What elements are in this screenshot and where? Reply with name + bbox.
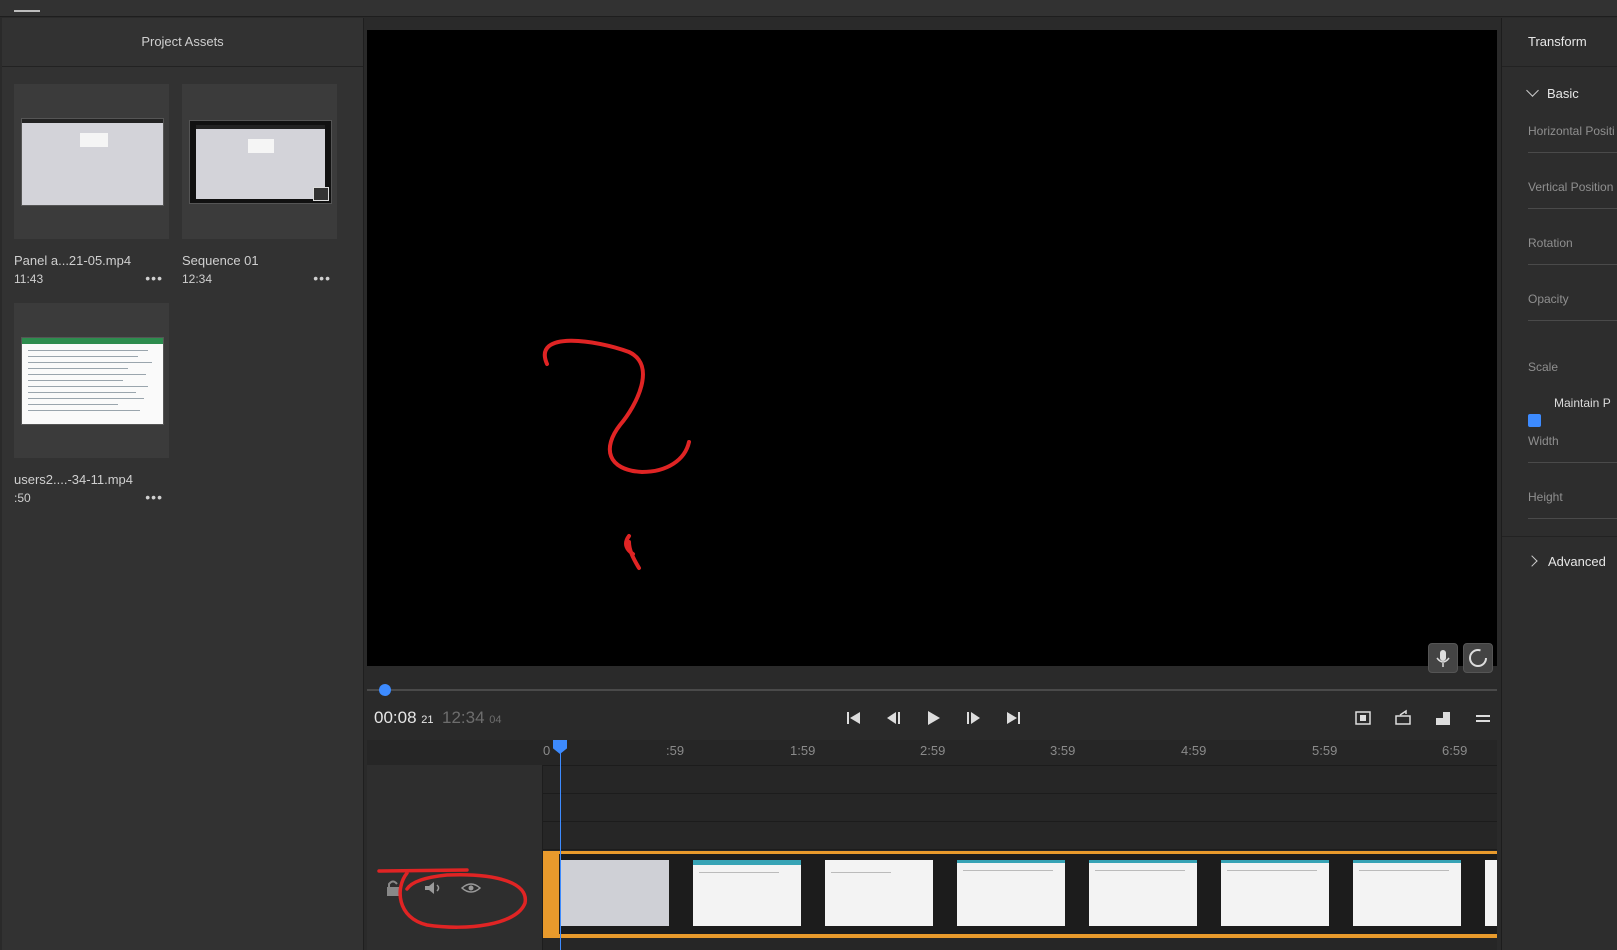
- maintain-proportions-checkbox[interactable]: [1528, 414, 1541, 427]
- scrub-bar[interactable]: [367, 689, 1497, 691]
- asset-item[interactable]: Sequence 01 12:34 •••: [182, 84, 337, 286]
- clip-frame: [1485, 860, 1497, 926]
- horizontal-position-field[interactable]: [1528, 152, 1617, 153]
- fit-frame-icon[interactable]: [1352, 707, 1374, 729]
- play-icon[interactable]: [922, 707, 944, 729]
- chevron-down-icon: [1526, 84, 1539, 97]
- top-bar: [0, 0, 1617, 17]
- scale-label: Scale: [1528, 360, 1559, 374]
- total-frames: 04: [489, 714, 502, 726]
- height-label: Height: [1528, 490, 1563, 504]
- red-circle-annotation: [377, 868, 527, 929]
- project-assets-panel: Project Assets Panel a...21-05.mp4 11:43…: [2, 18, 364, 950]
- track-header: [367, 765, 543, 950]
- more-options-icon[interactable]: •••: [145, 270, 163, 286]
- ruler-label: 1:59: [790, 743, 816, 758]
- asset-thumbnail[interactable]: [14, 84, 169, 239]
- asset-name: Sequence 01: [182, 253, 259, 268]
- microphone-icon[interactable]: [1428, 643, 1458, 673]
- clip-frame: [1221, 860, 1329, 926]
- more-options-icon[interactable]: •••: [313, 270, 331, 286]
- sequence-icon: [313, 187, 329, 201]
- asset-name: users2....-34-11.mp4: [14, 472, 133, 487]
- basic-section-label: Basic: [1547, 86, 1579, 101]
- clip-frame: [957, 860, 1065, 926]
- red-annotation: [542, 338, 691, 570]
- ruler-label: 2:59: [920, 743, 946, 758]
- ruler-label: 4:59: [1181, 743, 1207, 758]
- layout-icon[interactable]: [1432, 707, 1454, 729]
- asset-item[interactable]: Panel a...21-05.mp4 11:43 •••: [14, 84, 169, 286]
- skip-to-end-icon[interactable]: [1002, 707, 1024, 729]
- clip-trim-handle[interactable]: [543, 851, 559, 938]
- clip-frame: [561, 860, 669, 926]
- clip-frame: [825, 860, 933, 926]
- width-field[interactable]: [1528, 462, 1617, 463]
- basic-section-toggle[interactable]: Basic: [1526, 84, 1579, 101]
- clip-frame: [693, 860, 801, 926]
- vertical-position-label: Vertical Position: [1528, 180, 1614, 194]
- horizontal-position-label: Horizontal Positi: [1528, 124, 1615, 138]
- ruler-start-label: 0: [543, 743, 551, 758]
- playhead-line: [560, 744, 561, 950]
- ruler-label: 3:59: [1050, 743, 1076, 758]
- panel-title: Project Assets: [2, 18, 363, 67]
- rotation-label: Rotation: [1528, 236, 1573, 250]
- more-options-icon[interactable]: •••: [145, 489, 163, 505]
- ruler-label: :59: [666, 743, 685, 758]
- step-forward-icon[interactable]: [962, 707, 984, 729]
- scrub-handle[interactable]: [379, 684, 391, 696]
- hamburger-icon[interactable]: [14, 10, 40, 12]
- advanced-section-label: Advanced: [1548, 554, 1606, 569]
- video-preview[interactable]: [367, 30, 1497, 673]
- ruler-label: 5:59: [1312, 743, 1338, 758]
- asset-thumbnail[interactable]: [182, 84, 337, 239]
- opacity-label: Opacity: [1528, 292, 1569, 306]
- skip-to-start-icon[interactable]: [843, 707, 865, 729]
- current-frames: 21: [421, 714, 434, 726]
- current-time: 00:08: [374, 708, 417, 727]
- height-field[interactable]: [1528, 518, 1617, 519]
- step-back-icon[interactable]: [883, 707, 905, 729]
- width-label: Width: [1528, 434, 1559, 448]
- thumbnail-image: [189, 120, 332, 204]
- video-clip[interactable]: [543, 851, 1497, 938]
- ruler-label: 6:59: [1442, 743, 1468, 758]
- total-duration: 12:34 04: [442, 708, 502, 728]
- section-divider: [1502, 536, 1617, 537]
- clip-frame: [1089, 860, 1197, 926]
- rotation-field[interactable]: [1528, 264, 1617, 265]
- asset-name: Panel a...21-05.mp4: [14, 253, 132, 268]
- thumbnail-image: [21, 337, 164, 425]
- asset-item[interactable]: users2....-34-11.mp4 :50 •••: [14, 303, 169, 505]
- asset-thumbnail[interactable]: [14, 303, 169, 458]
- panel-title: Transform: [1502, 18, 1617, 67]
- clip-frame: [1353, 860, 1461, 926]
- menu-lines-icon[interactable]: [1472, 707, 1494, 729]
- current-timecode: 00:08 21: [374, 708, 434, 728]
- maintain-label: Maintain P: [1554, 396, 1611, 410]
- export-icon[interactable]: [1392, 707, 1414, 729]
- advanced-section-toggle[interactable]: Advanced: [1526, 554, 1606, 569]
- vertical-position-field[interactable]: [1528, 208, 1617, 209]
- properties-panel: Transform Basic Horizontal Positi Vertic…: [1501, 18, 1617, 950]
- chevron-right-icon: [1526, 555, 1538, 567]
- refresh-icon[interactable]: [1463, 643, 1493, 673]
- opacity-field[interactable]: [1528, 320, 1617, 321]
- thumbnail-image: [21, 118, 164, 206]
- total-time: 12:34: [442, 708, 485, 727]
